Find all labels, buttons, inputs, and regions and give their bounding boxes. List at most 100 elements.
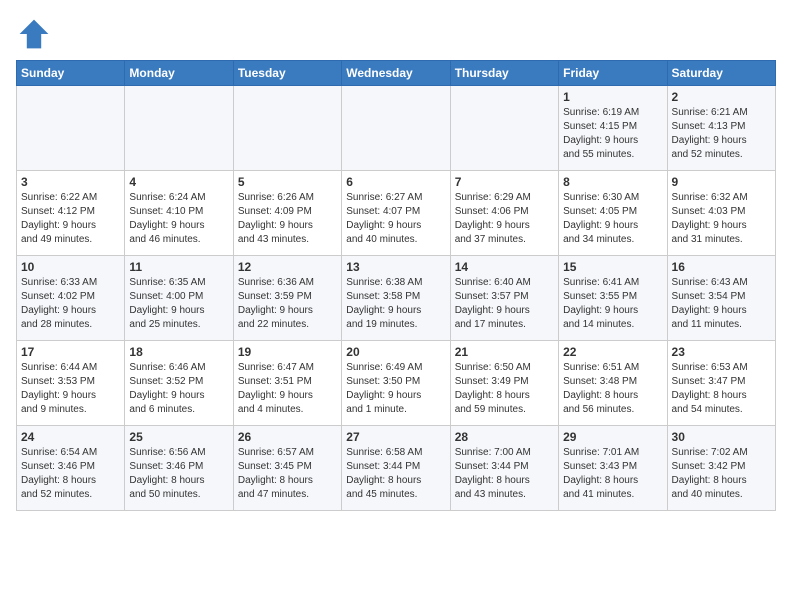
day-info: Sunrise: 6:40 AM Sunset: 3:57 PM Dayligh… (455, 276, 554, 332)
calendar-cell: 27 Sunrise: 6:58 AM Sunset: 3:44 PM Dayli… (342, 426, 450, 511)
weekday-header-friday: Friday (559, 61, 667, 86)
calendar-cell: 15 Sunrise: 6:41 AM Sunset: 3:55 PM Dayli… (559, 256, 667, 341)
day-info: Sunrise: 6:51 AM Sunset: 3:48 PM Dayligh… (563, 361, 662, 417)
day-number: 18 (129, 345, 228, 359)
day-info: Sunrise: 6:21 AM Sunset: 4:13 PM Dayligh… (672, 106, 771, 162)
calendar-cell (125, 86, 233, 171)
day-number: 1 (563, 90, 662, 104)
day-number: 27 (346, 430, 445, 444)
calendar-cell: 28Sunrise: 7:00 AM Sunset: 3:44 PM Dayli… (450, 426, 558, 511)
day-number: 22 (563, 345, 662, 359)
logo-icon (16, 16, 52, 52)
calendar-cell: 12 Sunrise: 6:36 AM Sunset: 3:59 PM Dayli… (233, 256, 341, 341)
calendar-week-1: 1 Sunrise: 6:19 AM Sunset: 4:15 PM Daylig… (17, 86, 776, 171)
weekday-row: SundayMondayTuesdayWednesdayThursdayFrid… (17, 61, 776, 86)
calendar-cell: 3 Sunrise: 6:22 AM Sunset: 4:12 PM Daylig… (17, 171, 125, 256)
day-info: Sunrise: 6:56 AM Sunset: 3:46 PM Dayligh… (129, 446, 228, 502)
calendar-cell: 26 Sunrise: 6:57 AM Sunset: 3:45 PM Dayli… (233, 426, 341, 511)
day-info: Sunrise: 6:57 AM Sunset: 3:45 PM Dayligh… (238, 446, 337, 502)
calendar-cell: 22 Sunrise: 6:51 AM Sunset: 3:48 PM Dayli… (559, 341, 667, 426)
calendar-cell: 18 Sunrise: 6:46 AM Sunset: 3:52 PM Dayli… (125, 341, 233, 426)
calendar-cell: 25 Sunrise: 6:56 AM Sunset: 3:46 PM Dayli… (125, 426, 233, 511)
weekday-header-tuesday: Tuesday (233, 61, 341, 86)
calendar-cell: 19Sunrise: 6:47 AM Sunset: 3:51 PM Dayli… (233, 341, 341, 426)
logo (16, 16, 56, 52)
day-number: 12 (238, 260, 337, 274)
day-number: 20 (346, 345, 445, 359)
calendar-cell: 7Sunrise: 6:29 AM Sunset: 4:06 PM Daylig… (450, 171, 558, 256)
calendar-body: 1 Sunrise: 6:19 AM Sunset: 4:15 PM Daylig… (17, 86, 776, 511)
calendar-cell: 1 Sunrise: 6:19 AM Sunset: 4:15 PM Daylig… (559, 86, 667, 171)
day-number: 28 (455, 430, 554, 444)
calendar-cell: 5 Sunrise: 6:26 AM Sunset: 4:09 PM Daylig… (233, 171, 341, 256)
day-info: Sunrise: 6:29 AM Sunset: 4:06 PM Dayligh… (455, 191, 554, 247)
day-number: 26 (238, 430, 337, 444)
day-info: Sunrise: 6:33 AM Sunset: 4:02 PM Dayligh… (21, 276, 120, 332)
calendar-cell: 13 Sunrise: 6:38 AM Sunset: 3:58 PM Dayli… (342, 256, 450, 341)
day-number: 5 (238, 175, 337, 189)
day-info: Sunrise: 6:38 AM Sunset: 3:58 PM Dayligh… (346, 276, 445, 332)
day-number: 4 (129, 175, 228, 189)
day-info: Sunrise: 6:58 AM Sunset: 3:44 PM Dayligh… (346, 446, 445, 502)
day-info: Sunrise: 7:01 AM Sunset: 3:43 PM Dayligh… (563, 446, 662, 502)
weekday-header-sunday: Sunday (17, 61, 125, 86)
calendar-cell: 29 Sunrise: 7:01 AM Sunset: 3:43 PM Dayli… (559, 426, 667, 511)
day-info: Sunrise: 6:19 AM Sunset: 4:15 PM Dayligh… (563, 106, 662, 162)
calendar-cell: 6 Sunrise: 6:27 AM Sunset: 4:07 PM Daylig… (342, 171, 450, 256)
day-info: Sunrise: 6:36 AM Sunset: 3:59 PM Dayligh… (238, 276, 337, 332)
calendar-cell: 11 Sunrise: 6:35 AM Sunset: 4:00 PM Dayli… (125, 256, 233, 341)
day-info: Sunrise: 6:22 AM Sunset: 4:12 PM Dayligh… (21, 191, 120, 247)
calendar-cell: 23Sunrise: 6:53 AM Sunset: 3:47 PM Dayli… (667, 341, 775, 426)
calendar-week-4: 17Sunrise: 6:44 AM Sunset: 3:53 PM Dayli… (17, 341, 776, 426)
day-info: Sunrise: 6:49 AM Sunset: 3:50 PM Dayligh… (346, 361, 445, 417)
day-number: 23 (672, 345, 771, 359)
calendar-cell (342, 86, 450, 171)
day-info: Sunrise: 7:02 AM Sunset: 3:42 PM Dayligh… (672, 446, 771, 502)
calendar-cell: 24Sunrise: 6:54 AM Sunset: 3:46 PM Dayli… (17, 426, 125, 511)
calendar-cell: 4 Sunrise: 6:24 AM Sunset: 4:10 PM Daylig… (125, 171, 233, 256)
day-number: 15 (563, 260, 662, 274)
day-info: Sunrise: 6:35 AM Sunset: 4:00 PM Dayligh… (129, 276, 228, 332)
day-info: Sunrise: 6:41 AM Sunset: 3:55 PM Dayligh… (563, 276, 662, 332)
day-number: 8 (563, 175, 662, 189)
day-info: Sunrise: 6:46 AM Sunset: 3:52 PM Dayligh… (129, 361, 228, 417)
day-number: 30 (672, 430, 771, 444)
day-number: 3 (21, 175, 120, 189)
day-info: Sunrise: 6:50 AM Sunset: 3:49 PM Dayligh… (455, 361, 554, 417)
calendar-cell: 10 Sunrise: 6:33 AM Sunset: 4:02 PM Dayli… (17, 256, 125, 341)
day-info: Sunrise: 6:24 AM Sunset: 4:10 PM Dayligh… (129, 191, 228, 247)
calendar-cell: 16 Sunrise: 6:43 AM Sunset: 3:54 PM Dayli… (667, 256, 775, 341)
day-number: 11 (129, 260, 228, 274)
calendar-cell: 20 Sunrise: 6:49 AM Sunset: 3:50 PM Dayli… (342, 341, 450, 426)
day-number: 6 (346, 175, 445, 189)
day-number: 17 (21, 345, 120, 359)
calendar-cell: 2 Sunrise: 6:21 AM Sunset: 4:13 PM Daylig… (667, 86, 775, 171)
calendar-header: SundayMondayTuesdayWednesdayThursdayFrid… (17, 61, 776, 86)
calendar-cell: 9 Sunrise: 6:32 AM Sunset: 4:03 PM Daylig… (667, 171, 775, 256)
calendar-cell: 21Sunrise: 6:50 AM Sunset: 3:49 PM Dayli… (450, 341, 558, 426)
day-info: Sunrise: 6:26 AM Sunset: 4:09 PM Dayligh… (238, 191, 337, 247)
weekday-header-saturday: Saturday (667, 61, 775, 86)
day-info: Sunrise: 6:27 AM Sunset: 4:07 PM Dayligh… (346, 191, 445, 247)
weekday-header-monday: Monday (125, 61, 233, 86)
page-header (16, 16, 776, 52)
day-number: 13 (346, 260, 445, 274)
weekday-header-thursday: Thursday (450, 61, 558, 86)
day-info: Sunrise: 6:43 AM Sunset: 3:54 PM Dayligh… (672, 276, 771, 332)
calendar-cell: 30 Sunrise: 7:02 AM Sunset: 3:42 PM Dayli… (667, 426, 775, 511)
calendar-week-5: 24Sunrise: 6:54 AM Sunset: 3:46 PM Dayli… (17, 426, 776, 511)
calendar-cell (233, 86, 341, 171)
day-info: Sunrise: 6:32 AM Sunset: 4:03 PM Dayligh… (672, 191, 771, 247)
day-number: 10 (21, 260, 120, 274)
day-number: 2 (672, 90, 771, 104)
calendar-cell (450, 86, 558, 171)
day-number: 16 (672, 260, 771, 274)
calendar-cell: 17Sunrise: 6:44 AM Sunset: 3:53 PM Dayli… (17, 341, 125, 426)
calendar-cell (17, 86, 125, 171)
day-number: 29 (563, 430, 662, 444)
day-number: 9 (672, 175, 771, 189)
calendar-table: SundayMondayTuesdayWednesdayThursdayFrid… (16, 60, 776, 511)
day-number: 25 (129, 430, 228, 444)
calendar-week-2: 3 Sunrise: 6:22 AM Sunset: 4:12 PM Daylig… (17, 171, 776, 256)
day-number: 24 (21, 430, 120, 444)
